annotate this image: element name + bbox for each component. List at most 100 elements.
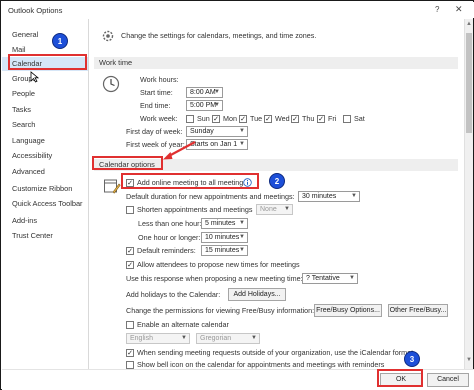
shorten-select: None ▼ [256, 204, 293, 215]
day-label-tue: Tue [250, 114, 263, 123]
enable-alt-calendar-label: Enable an alternate calendar [137, 320, 229, 329]
day-label-thu: Thu [302, 114, 315, 123]
chevron-down-icon: ▼ [284, 206, 290, 212]
step-badge-3: 3 [404, 351, 420, 367]
section-work-time: Work time [94, 57, 458, 69]
default-reminders-value: 15 minutes [205, 247, 240, 254]
day-checkbox-wed[interactable]: ✓ [264, 115, 272, 123]
alt-calendar-language-value: English [130, 335, 153, 342]
less-than-hour-label: Less than one hour: [138, 219, 202, 228]
step-badge-2: 2 [269, 173, 285, 189]
add-holidays-button[interactable]: Add Holidays... [228, 288, 286, 301]
first-day-label: First day of week: [126, 127, 183, 136]
outlook-options-dialog: Outlook Options ? ✕ General Mail Calenda… [0, 0, 474, 390]
day-checkbox-tue[interactable]: ✓ [239, 115, 247, 123]
settings-gear-icon [102, 30, 114, 42]
chevron-down-icon: ▼ [239, 220, 245, 226]
use-response-label: Use this response when proposing a new m… [126, 274, 303, 283]
default-duration-value: 30 minutes [302, 193, 337, 200]
alt-calendar-type-select: Gregorian ▼ [196, 333, 260, 344]
chevron-down-icon: ▼ [181, 335, 187, 341]
sidebar-item-customize-ribbon[interactable]: Customize Ribbon [2, 182, 88, 196]
chevron-down-icon: ▼ [239, 141, 245, 147]
sidebar-item-advanced[interactable]: Advanced [2, 165, 88, 179]
sidebar-item-accessibility[interactable]: Accessibility [2, 149, 88, 163]
ok-highlight-box [377, 369, 423, 387]
header-description: Change the settings for calendars, meeti… [121, 31, 317, 40]
end-time-value: 5:00 PM [190, 102, 217, 109]
chevron-down-icon: ▼ [239, 247, 245, 253]
start-time-select[interactable]: 8:00 AM ▼ [186, 87, 223, 98]
icalendar-checkbox[interactable]: ✓ [126, 349, 134, 357]
scroll-up-icon[interactable]: ▲ [466, 21, 472, 27]
day-label-sat: Sat [354, 114, 365, 123]
calendar-highlight-box [8, 54, 87, 70]
title-bar: Outlook Options ? ✕ [2, 2, 474, 18]
day-checkbox-mon[interactable]: ✓ [212, 115, 220, 123]
sidebar-item-trust-center[interactable]: Trust Center [2, 229, 88, 243]
day-checkbox-sat[interactable] [343, 115, 351, 123]
one-hour-longer-label: One hour or longer: [138, 233, 201, 242]
sidebar-item-add-ins[interactable]: Add-ins [2, 214, 88, 228]
work-week-label: Work week: [140, 114, 178, 123]
use-response-select[interactable]: ? Tentative ▼ [302, 273, 358, 284]
default-reminders-checkbox[interactable]: ✓ [126, 247, 134, 255]
alt-calendar-language-select: English ▼ [126, 333, 190, 344]
default-reminders-select[interactable]: 15 minutes ▼ [201, 245, 248, 256]
sidebar-item-groups[interactable]: Groups [2, 72, 88, 86]
use-response-value: ? Tentative [306, 275, 340, 282]
sidebar-item-people[interactable]: People [2, 87, 88, 101]
sidebar-item-tasks[interactable]: Tasks [2, 103, 88, 117]
calendar-pencil-icon [104, 179, 121, 194]
red-arrow-icon [163, 141, 196, 160]
close-icon[interactable]: ✕ [455, 4, 463, 15]
chevron-down-icon: ▼ [239, 234, 245, 240]
shorten-value: None [260, 206, 277, 213]
less-than-hour-select[interactable]: 5 minutes ▼ [201, 218, 248, 229]
default-duration-label: Default duration for new appointments an… [126, 192, 295, 201]
cancel-button[interactable]: Cancel [427, 373, 469, 387]
sidebar-item-general[interactable]: General [2, 28, 88, 42]
allow-propose-checkbox[interactable]: ✓ [126, 261, 134, 269]
chevron-down-icon: ▼ [351, 193, 357, 199]
sidebar-item-search[interactable]: Search [2, 118, 88, 132]
shorten-meetings-label: Shorten appointments and meetings [137, 205, 253, 214]
free-busy-options-button[interactable]: Free/Busy Options... [314, 304, 382, 317]
sidebar-item-language[interactable]: Language [2, 134, 88, 148]
scrollbar-thumb[interactable] [466, 33, 472, 133]
default-duration-select[interactable]: 30 minutes ▼ [298, 191, 360, 202]
first-day-select[interactable]: Sunday ▼ [186, 126, 248, 137]
one-hour-longer-select[interactable]: 10 minutes ▼ [201, 232, 248, 243]
chevron-down-icon: ▼ [214, 102, 220, 108]
chevron-down-icon: ▼ [251, 335, 257, 341]
icalendar-label: When sending meeting requests outside of… [137, 348, 414, 357]
allow-propose-label: Allow attendees to propose new times for… [137, 260, 300, 269]
less-than-hour-value: 5 minutes [205, 220, 236, 227]
chevron-down-icon: ▼ [349, 275, 355, 281]
shorten-meetings-checkbox[interactable] [126, 206, 134, 214]
day-checkbox-thu[interactable]: ✓ [291, 115, 299, 123]
work-hours-label: Work hours: [140, 75, 179, 84]
scroll-down-icon[interactable]: ▼ [466, 357, 472, 363]
chevron-down-icon: ▼ [214, 89, 220, 95]
day-checkbox-sun[interactable] [186, 115, 194, 123]
alt-calendar-type-value: Gregorian [200, 335, 232, 342]
add-holidays-label: Add holidays to the Calendar: [126, 290, 221, 299]
window-title: Outlook Options [8, 6, 63, 15]
bell-icon-checkbox[interactable] [126, 361, 134, 369]
other-free-busy-button[interactable]: Other Free/Busy... [388, 304, 448, 317]
sidebar-item-quick-access-toolbar[interactable]: Quick Access Toolbar [2, 197, 88, 211]
day-label-wed: Wed [275, 114, 290, 123]
day-label-mon: Mon [223, 114, 237, 123]
day-checkbox-fri[interactable]: ✓ [317, 115, 325, 123]
one-hour-longer-value: 10 minutes [205, 234, 240, 241]
calendar-options-highlight-box [92, 156, 163, 170]
clock-icon [102, 75, 120, 93]
start-time-value: 8:00 AM [190, 89, 216, 96]
start-time-label: Start time: [140, 88, 173, 97]
content-scrollbar[interactable]: ▲ ▼ [464, 19, 473, 369]
end-time-select[interactable]: 5:00 PM ▼ [186, 100, 223, 111]
enable-alt-calendar-checkbox[interactable] [126, 321, 134, 329]
help-icon[interactable]: ? [435, 5, 439, 14]
calendar-settings-panel: Change the settings for calendars, meeti… [90, 19, 464, 369]
